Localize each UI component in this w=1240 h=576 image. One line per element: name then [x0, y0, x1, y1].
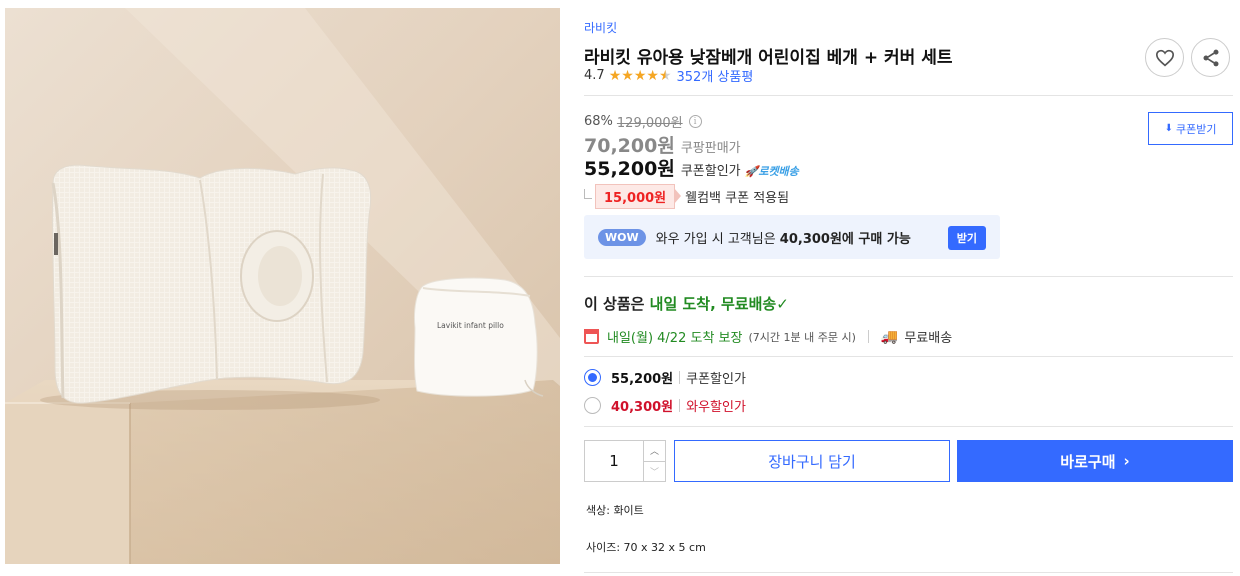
pillow-photo: Lavikit infant pillo — [5, 8, 560, 564]
option-label: 와우할인가 — [686, 400, 746, 415]
radio-selected[interactable] — [584, 369, 601, 386]
star-half-icon: ★ — [658, 67, 672, 84]
price-option-wow[interactable]: 40,300원 와우할인가 — [584, 396, 746, 415]
download-coupon-button[interactable]: ⬇ 쿠폰받기 — [1148, 112, 1233, 145]
wishlist-button[interactable] — [1145, 38, 1184, 77]
wow-get-button[interactable]: 받기 — [947, 226, 986, 250]
quantity-value[interactable]: 1 — [585, 441, 643, 481]
chevron-right-icon: › — [1123, 452, 1130, 470]
wow-membership-banner: WOW 와우 가입 시 고객님은 40,300원에 구매 가능 받기 — [584, 215, 1000, 259]
wow-text-prefix: 와우 가입 시 고객님은 — [655, 231, 780, 247]
buy-now-button[interactable]: 바로구매 › — [957, 440, 1233, 482]
separator — [679, 399, 681, 412]
download-coupon-label: 쿠폰받기 — [1175, 122, 1217, 136]
option-label: 쿠폰할인가 — [686, 372, 746, 387]
arrival-note: (7시간 1분 내 주문 시) — [748, 330, 856, 344]
radio-unselected[interactable] — [584, 397, 601, 414]
quantity-down-button[interactable]: ﹀ — [644, 460, 665, 482]
coupon-price-row: 55,200원 쿠폰할인가 🚀로켓배송 — [584, 154, 799, 181]
divider — [584, 276, 1233, 277]
rating-value: 4.7 — [584, 68, 605, 83]
truck-icon: 🚚 — [880, 328, 899, 345]
wow-text: 와우 가입 시 고객님은 40,300원에 구매 가능 — [656, 228, 911, 247]
delivery-headline: 이 상품은 내일 도착, 무료배송✓ — [584, 293, 789, 314]
product-image[interactable]: Lavikit infant pillo — [5, 8, 560, 564]
quantity-steps: ︿ ﹀ — [643, 441, 665, 481]
separator — [867, 330, 869, 343]
star-icon: ★ — [608, 67, 622, 84]
heart-icon — [1155, 49, 1174, 66]
divider — [584, 426, 1233, 427]
delivery-head-highlight: 내일 도착, 무료배송 — [649, 295, 777, 313]
quantity-up-button[interactable]: ︿ — [644, 441, 665, 461]
share-button[interactable] — [1191, 38, 1230, 77]
product-info-panel: 라비킷 라비킷 유아용 낮잠베개 어린이집 베개 + 커버 세트 4.7 ★ ★… — [584, 0, 1233, 576]
option-price: 40,300원 — [611, 400, 674, 415]
delivery-head-prefix: 이 상품은 — [584, 295, 650, 313]
info-icon[interactable]: i — [688, 115, 702, 128]
share-icon — [1203, 49, 1218, 66]
original-price-row: 68% 129,000원 i — [584, 112, 702, 131]
buy-now-label: 바로구매 — [1060, 452, 1116, 471]
star-icon: ★ — [633, 67, 647, 84]
check-icon: ✓ — [776, 295, 789, 313]
welcome-coupon-row: 15,000원 웰컴백 쿠폰 적용됨 — [584, 184, 789, 209]
welcome-coupon-tag: 15,000원 — [595, 184, 682, 209]
pouch-label: Lavikit infant pillo — [437, 321, 504, 330]
divider — [584, 95, 1233, 96]
review-count-link[interactable]: 352개 상품평 — [677, 66, 754, 85]
free-shipping-label: 무료배송 — [904, 331, 953, 346]
arrival-date: 내일(월) 4/22 도착 보장 — [607, 331, 743, 346]
separator — [679, 371, 681, 384]
coupon-price-label: 쿠폰할인가 — [680, 164, 741, 179]
star-icon: ★ — [646, 67, 659, 84]
option-price: 55,200원 — [611, 372, 674, 387]
wow-text-price: 40,300원에 구매 가능 — [779, 231, 911, 247]
discount-rate: 68% — [584, 114, 613, 129]
divider — [584, 572, 1233, 573]
price-option-coupon[interactable]: 55,200원 쿠폰할인가 — [584, 368, 746, 387]
quantity-stepper[interactable]: 1 ︿ ﹀ — [584, 440, 666, 482]
spec-size: 사이즈: 70 x 32 x 5 cm — [586, 541, 706, 554]
download-icon: ⬇ — [1164, 123, 1173, 134]
rating-stars: ★ ★ ★ ★ ★ — [609, 69, 672, 83]
rocket-delivery-badge: 🚀로켓배송 — [744, 165, 799, 178]
welcome-coupon-text: 웰컴백 쿠폰 적용됨 — [685, 191, 790, 206]
rating-row: 4.7 ★ ★ ★ ★ ★ 352개 상품평 — [584, 66, 753, 85]
star-icon: ★ — [621, 67, 634, 84]
original-price: 129,000원 — [616, 116, 683, 131]
coupon-price: 55,200원 — [584, 158, 675, 180]
spec-color: 색상: 화이트 — [586, 504, 644, 517]
product-title: 라비킷 유아용 낮잠베개 어린이집 베개 + 커버 세트 — [584, 48, 953, 68]
calendar-icon — [584, 329, 599, 344]
divider — [584, 356, 1233, 357]
arrival-row: 내일(월) 4/22 도착 보장 (7시간 1분 내 주문 시) 🚚 무료배송 — [584, 327, 952, 346]
add-to-cart-button[interactable]: 장바구니 담기 — [674, 440, 950, 482]
tree-connector — [584, 188, 592, 199]
wow-badge: WOW — [598, 228, 646, 246]
brand-link[interactable]: 라비킷 — [584, 19, 617, 36]
